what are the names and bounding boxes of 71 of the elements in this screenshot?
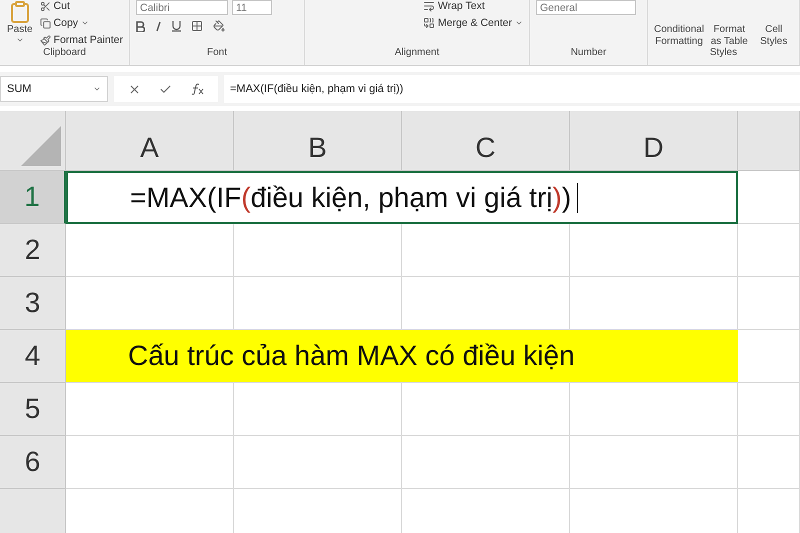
grid-cell[interactable] — [570, 436, 738, 489]
grid-cell[interactable] — [738, 224, 800, 277]
scissors-icon — [40, 0, 51, 12]
cell-text: Cấu trúc của hàm MAX có điều kiện — [128, 340, 575, 372]
grid-cell[interactable] — [570, 224, 738, 277]
wrap-text-button[interactable]: Wrap Text — [422, 0, 523, 12]
font-name-field[interactable]: Calibri — [136, 0, 228, 15]
grid-cell[interactable] — [738, 171, 800, 224]
row-header[interactable]: 2 — [0, 224, 66, 277]
row-header[interactable]: 3 — [0, 277, 66, 330]
row-header[interactable]: 4 — [0, 330, 66, 383]
column-header[interactable]: C — [402, 111, 570, 171]
group-label: Styles — [708, 47, 738, 60]
grid-cell[interactable] — [402, 383, 570, 436]
grid-cell[interactable] — [402, 436, 570, 489]
cut-button[interactable]: Cut — [40, 0, 123, 12]
grid-cell[interactable] — [738, 277, 800, 330]
borders-icon[interactable] — [191, 20, 203, 32]
group-label: Font — [206, 47, 228, 60]
underline-icon[interactable] — [172, 20, 181, 32]
select-all-corner[interactable] — [0, 111, 66, 171]
name-box[interactable]: SUM — [0, 76, 108, 102]
copy-icon — [40, 18, 51, 28]
styles-button[interactable]: Format as Table — [710, 24, 749, 47]
grid-cell[interactable] — [570, 383, 738, 436]
merge-center-button[interactable]: Merge & Center — [422, 17, 523, 29]
cancel-icon[interactable] — [128, 82, 141, 96]
formula-text: =MAX(IF(điều kiện, phạm vi giá trị)) — [130, 182, 572, 214]
grid-cell[interactable] — [66, 436, 234, 489]
group-label: Clipboard — [42, 47, 87, 60]
row-header[interactable]: 5 — [0, 383, 66, 436]
paintbrush-icon — [40, 34, 51, 46]
text-cursor — [577, 182, 578, 212]
caret-icon — [81, 19, 90, 27]
group-label: Alignment — [394, 47, 440, 60]
row-header[interactable] — [0, 489, 66, 533]
grid-cell[interactable] — [738, 330, 800, 383]
column-header[interactable]: D — [570, 111, 738, 171]
formula-field[interactable]: =MAX(IF(điều kiện, phạm vi giá trị)) — [224, 75, 800, 103]
paste-button[interactable]: Paste — [6, 0, 34, 47]
grid-cell[interactable] — [66, 224, 234, 277]
wrap-text-icon — [422, 0, 435, 12]
row-header[interactable]: 6 — [0, 436, 66, 489]
number-format-field[interactable]: General — [536, 0, 636, 15]
grid-cell[interactable] — [234, 436, 402, 489]
caret-icon — [515, 19, 523, 27]
format-painter-button[interactable]: Format Painter — [40, 34, 123, 46]
copy-button[interactable]: Copy — [40, 17, 123, 29]
function-icon[interactable] — [190, 83, 204, 95]
group-label: Number — [570, 47, 608, 60]
column-header[interactable]: B — [234, 111, 402, 171]
font-size-field[interactable]: 11 — [232, 0, 272, 15]
grid-cell[interactable] — [234, 224, 402, 277]
grid-cell[interactable] — [234, 383, 402, 436]
column-header[interactable] — [738, 111, 800, 171]
merge-cells-icon — [422, 17, 435, 29]
styles-button[interactable]: Cell Styles — [754, 24, 793, 47]
formula-cell[interactable]: =MAX(IF(điều kiện, phạm vi giá trị)) — [66, 171, 738, 224]
column-header[interactable]: A — [66, 111, 234, 171]
enter-icon[interactable] — [159, 82, 172, 96]
grid-cell[interactable] — [738, 436, 800, 489]
caret-icon — [93, 85, 101, 93]
grid-cell[interactable] — [66, 383, 234, 436]
grid-cell[interactable] — [402, 224, 570, 277]
row-header[interactable]: 1 — [0, 171, 66, 224]
italic-icon[interactable] — [155, 20, 162, 32]
paint-bucket-icon[interactable] — [213, 20, 225, 32]
triangle-icon — [21, 126, 61, 166]
bold-icon[interactable] — [136, 20, 145, 32]
grid-cell[interactable] — [738, 383, 800, 436]
styles-button[interactable]: Conditional Formatting — [654, 24, 704, 47]
